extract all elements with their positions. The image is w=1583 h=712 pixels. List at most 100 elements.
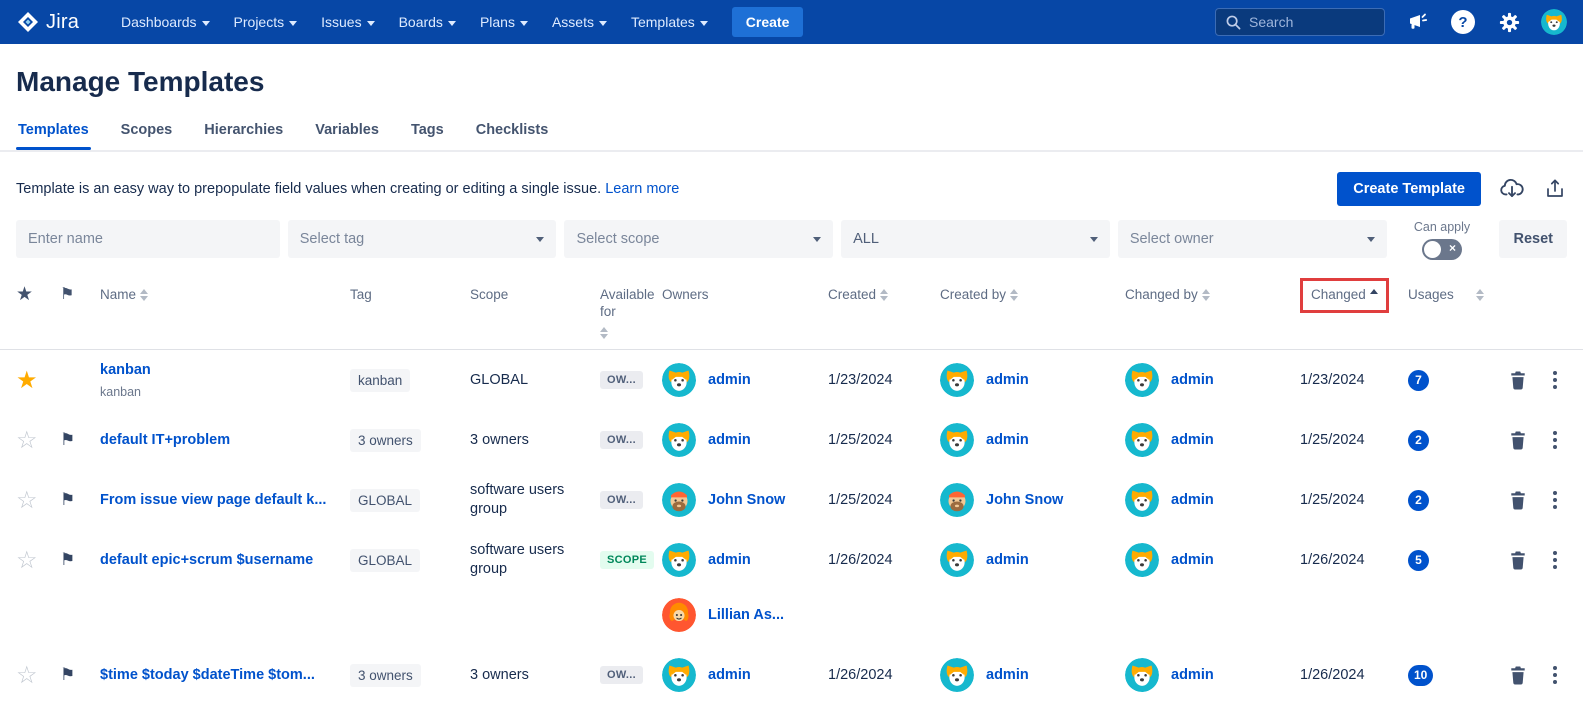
sort-icon[interactable] xyxy=(1476,289,1484,301)
favorite-star-icon[interactable]: ★ xyxy=(16,366,38,395)
user-avatar[interactable] xyxy=(1541,9,1567,35)
delete-button[interactable] xyxy=(1509,371,1527,390)
owner-avatar[interactable] xyxy=(662,423,696,457)
flag-icon[interactable]: ⚑ xyxy=(60,550,75,570)
nav-boards[interactable]: Boards xyxy=(389,6,466,38)
tab-checklists[interactable]: Checklists xyxy=(474,122,551,148)
sort-ascending-icon[interactable] xyxy=(1370,289,1378,303)
owner-avatar[interactable] xyxy=(662,543,696,577)
user-avatar[interactable] xyxy=(1125,543,1159,577)
kebab-menu[interactable] xyxy=(1549,367,1561,393)
nav-assets[interactable]: Assets xyxy=(542,6,617,38)
owner-name-link[interactable]: John Snow xyxy=(708,492,785,508)
usages-badge[interactable]: 10 xyxy=(1408,665,1433,686)
user-avatar[interactable] xyxy=(940,363,974,397)
changed-by-column-header[interactable]: Changed by xyxy=(1125,286,1300,303)
kebab-menu[interactable] xyxy=(1549,547,1561,573)
user-avatar[interactable] xyxy=(940,658,974,692)
owner-avatar[interactable] xyxy=(662,363,696,397)
changed-column-header[interactable]: Changed xyxy=(1300,286,1408,313)
tag-filter-select[interactable]: Select tag xyxy=(288,220,557,258)
tab-templates[interactable]: Templates xyxy=(16,122,91,148)
usages-badge[interactable]: 2 xyxy=(1408,490,1429,511)
created-by-link[interactable]: admin xyxy=(986,372,1029,388)
owner-avatar[interactable] xyxy=(662,658,696,692)
owner-name-link[interactable]: admin xyxy=(708,667,751,683)
user-avatar[interactable] xyxy=(1125,658,1159,692)
nav-dashboards[interactable]: Dashboards xyxy=(111,6,220,38)
usages-badge[interactable]: 5 xyxy=(1408,550,1429,571)
created-by-link[interactable]: admin xyxy=(986,552,1029,568)
user-avatar[interactable] xyxy=(1125,423,1159,457)
tab-tags[interactable]: Tags xyxy=(409,122,446,148)
created-column-header[interactable]: Created xyxy=(828,286,940,303)
favorite-column-header[interactable]: ★ xyxy=(16,286,60,304)
flag-column-header[interactable]: ⚑ xyxy=(60,286,100,304)
nav-projects[interactable]: Projects xyxy=(224,6,308,38)
created-by-link[interactable]: John Snow xyxy=(986,492,1063,508)
flag-icon[interactable]: ⚑ xyxy=(60,665,75,685)
sort-icon[interactable] xyxy=(600,327,608,339)
kebab-menu[interactable] xyxy=(1549,427,1561,453)
changed-by-link[interactable]: admin xyxy=(1171,552,1214,568)
changed-by-link[interactable]: admin xyxy=(1171,372,1214,388)
owner-name-link[interactable]: admin xyxy=(708,432,751,448)
name-column-header[interactable]: Name xyxy=(100,286,350,303)
flag-icon[interactable]: ⚑ xyxy=(60,490,75,510)
created-by-link[interactable]: admin xyxy=(986,667,1029,683)
reset-filters-button[interactable]: Reset xyxy=(1499,220,1567,258)
kebab-menu[interactable] xyxy=(1549,662,1561,688)
favorite-star-icon[interactable]: ☆ xyxy=(16,486,38,515)
user-avatar[interactable] xyxy=(1125,483,1159,517)
export-templates-button[interactable] xyxy=(1543,177,1567,201)
available-for-column-header[interactable]: Available for xyxy=(600,286,662,339)
usages-column-header[interactable]: Usages xyxy=(1408,286,1500,303)
sort-icon[interactable] xyxy=(1202,289,1210,301)
owner-avatar[interactable] xyxy=(662,483,696,517)
sort-icon[interactable] xyxy=(140,289,148,301)
nav-create-button[interactable]: Create xyxy=(732,7,804,37)
can-apply-toggle[interactable]: × xyxy=(1422,239,1462,260)
template-name-link[interactable]: From issue view page default k... xyxy=(100,492,326,508)
user-avatar[interactable] xyxy=(940,423,974,457)
tab-scopes[interactable]: Scopes xyxy=(119,122,175,148)
sort-icon[interactable] xyxy=(880,289,888,301)
user-avatar[interactable] xyxy=(1125,363,1159,397)
delete-button[interactable] xyxy=(1509,491,1527,510)
template-name-link[interactable]: default IT+problem xyxy=(100,432,230,448)
import-templates-button[interactable] xyxy=(1499,176,1525,202)
flag-icon[interactable]: ⚑ xyxy=(60,430,75,450)
tab-hierarchies[interactable]: Hierarchies xyxy=(202,122,285,148)
delete-button[interactable] xyxy=(1509,666,1527,685)
nav-plans[interactable]: Plans xyxy=(470,6,538,38)
favorite-star-icon[interactable]: ☆ xyxy=(16,546,38,575)
usages-badge[interactable]: 7 xyxy=(1408,370,1429,391)
owner-filter-select[interactable]: Select owner xyxy=(1118,220,1387,258)
tab-variables[interactable]: Variables xyxy=(313,122,381,148)
announcements-button[interactable] xyxy=(1403,8,1431,36)
scope-filter-select[interactable]: Select scope xyxy=(564,220,833,258)
changed-by-link[interactable]: admin xyxy=(1171,492,1214,508)
owner-name-link[interactable]: admin xyxy=(708,552,751,568)
sort-icon[interactable] xyxy=(1010,289,1018,301)
delete-button[interactable] xyxy=(1509,431,1527,450)
created-by-link[interactable]: admin xyxy=(986,432,1029,448)
create-template-button[interactable]: Create Template xyxy=(1337,172,1481,206)
template-name-link[interactable]: $time $today $dateTime $tom... xyxy=(100,667,315,683)
delete-button[interactable] xyxy=(1509,551,1527,570)
global-search[interactable] xyxy=(1215,8,1385,36)
user-avatar[interactable] xyxy=(940,543,974,577)
nav-issues[interactable]: Issues xyxy=(311,6,384,38)
owner-name-link[interactable]: admin xyxy=(708,372,751,388)
name-filter-input[interactable] xyxy=(28,231,268,247)
favorite-star-icon[interactable]: ☆ xyxy=(16,426,38,455)
name-filter[interactable] xyxy=(16,220,280,258)
nav-templates[interactable]: Templates xyxy=(621,6,718,38)
jira-logo[interactable]: Jira xyxy=(16,10,79,34)
usages-badge[interactable]: 2 xyxy=(1408,430,1429,451)
type-filter-select[interactable]: ALL xyxy=(841,220,1110,258)
favorite-star-icon[interactable]: ☆ xyxy=(16,661,38,690)
settings-button[interactable] xyxy=(1495,8,1523,36)
user-avatar[interactable] xyxy=(940,483,974,517)
changed-by-link[interactable]: admin xyxy=(1171,667,1214,683)
